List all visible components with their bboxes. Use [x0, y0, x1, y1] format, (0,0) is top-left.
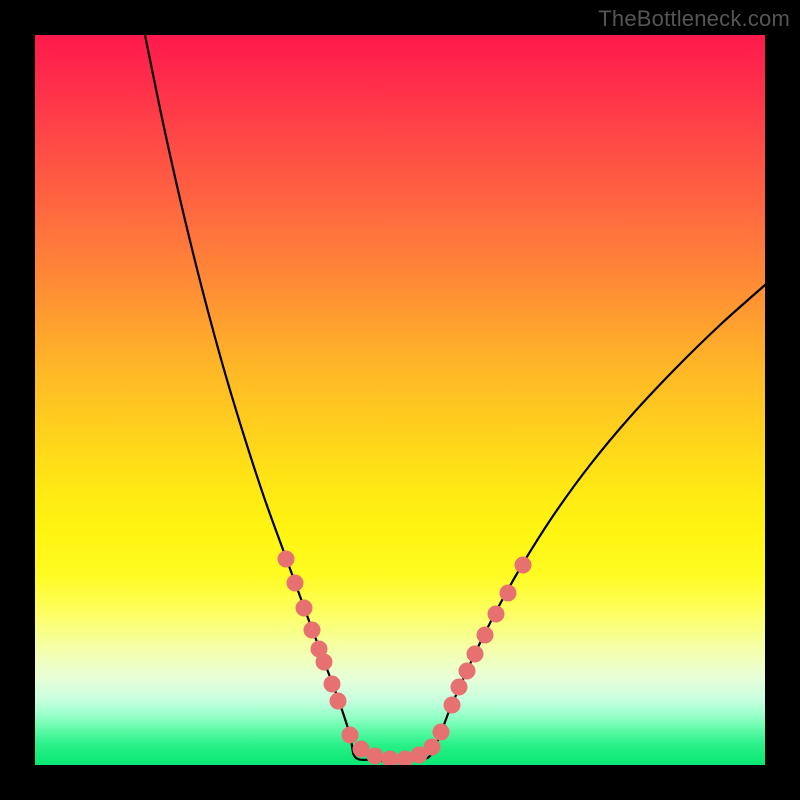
data-marker — [382, 751, 399, 766]
data-marker — [296, 600, 313, 617]
data-marker — [459, 663, 476, 680]
bottleneck-curve — [145, 35, 765, 761]
data-marker — [304, 622, 321, 639]
data-marker — [477, 627, 494, 644]
chart-frame: TheBottleneck.com — [0, 0, 800, 800]
watermark-text: TheBottleneck.com — [598, 6, 790, 32]
data-marker — [278, 551, 295, 568]
data-marker — [367, 748, 384, 765]
chart-svg — [35, 35, 765, 765]
data-marker — [424, 739, 441, 756]
data-marker — [287, 575, 304, 592]
data-marker — [324, 676, 341, 693]
data-marker — [316, 654, 333, 671]
data-marker — [467, 646, 484, 663]
curve-layer — [145, 35, 765, 761]
data-marker — [342, 727, 359, 744]
marker-layer — [278, 551, 532, 766]
data-marker — [515, 557, 532, 574]
data-marker — [451, 679, 468, 696]
data-marker — [330, 693, 347, 710]
data-marker — [500, 585, 517, 602]
data-marker — [444, 697, 461, 714]
data-marker — [433, 724, 450, 741]
data-marker — [488, 606, 505, 623]
plot-area — [35, 35, 765, 765]
